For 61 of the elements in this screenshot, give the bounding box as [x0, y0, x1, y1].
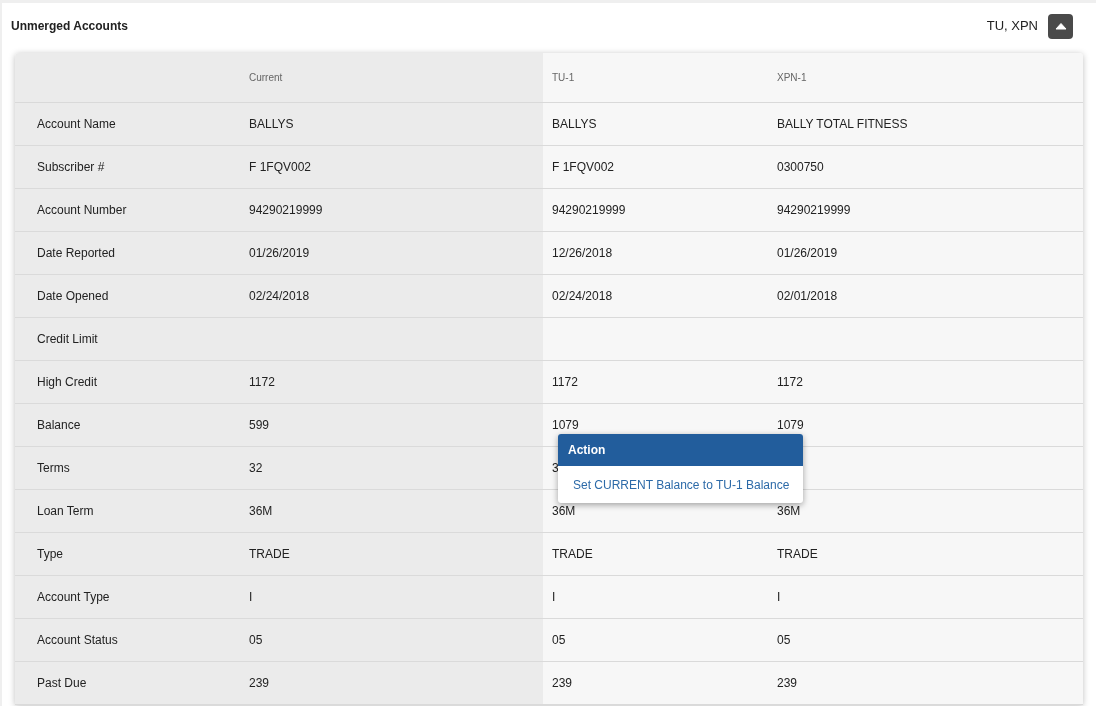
table-cell-text: 05: [777, 632, 791, 649]
table-cell-text: 36M: [249, 503, 273, 520]
table-cell-text: 0300750: [777, 159, 824, 176]
menu-item[interactable]: Set CURRENT Balance to TU-1 Balance: [573, 475, 790, 494]
row-label: Type: [37, 546, 63, 563]
table-cell-text: F 1FQV002: [249, 159, 312, 176]
table-cell-text: 36M: [777, 503, 801, 520]
table-cell-text: BALLYS: [249, 116, 294, 133]
table-cell-text: 239: [249, 675, 270, 692]
table-cell-text: 05: [249, 632, 263, 649]
table-cell-text: TRADE: [552, 546, 593, 563]
row-label: Credit Limit: [37, 331, 98, 348]
menu-title: Action: [568, 442, 606, 459]
table-cell-text: 1172: [249, 374, 275, 391]
row-label: Subscriber #: [37, 159, 105, 176]
table-cell-text: 1172: [552, 374, 578, 391]
table-cell-text: I: [249, 589, 253, 606]
table-cell-text: 239: [552, 675, 573, 692]
collapse-button[interactable]: [1048, 13, 1073, 39]
table-cell-text: I: [552, 589, 556, 606]
row-label: Account Type: [37, 589, 110, 606]
panel-title: Unmerged Accounts: [11, 18, 128, 35]
table-cell-text: 94290219999: [249, 202, 323, 219]
table-cell-text: 02/24/2018: [552, 288, 613, 305]
table-cell-text: 01/26/2019: [249, 245, 310, 262]
row-label: Terms: [37, 460, 70, 477]
table-cell-text: BALLY TOTAL FITNESS: [777, 116, 908, 133]
row-label: Balance: [37, 417, 81, 434]
table-cell-text: 94290219999: [777, 202, 851, 219]
column-header: XPN-1: [777, 71, 807, 85]
table-cell-text: I: [777, 589, 781, 606]
row-label: Date Reported: [37, 245, 116, 262]
table-cell-text: 3: [552, 460, 559, 477]
table-cell-text: 239: [777, 675, 798, 692]
table-cell-text: 1079: [777, 417, 804, 434]
row-label: Past Due: [37, 675, 87, 692]
table-cell-text: 94290219999: [552, 202, 626, 219]
table-cell-text: TRADE: [249, 546, 290, 563]
row-label: Account Status: [37, 632, 118, 649]
table-cell-text: BALLYS: [552, 116, 597, 133]
table-cell-text: F 1FQV002: [552, 159, 615, 176]
table-cell-text: 32: [249, 460, 263, 477]
table-cell-text: 599: [249, 417, 270, 434]
table-cell-text: 02/24/2018: [249, 288, 310, 305]
bureau-list: TU, XPN: [986, 16, 1038, 36]
row-label: High Credit: [37, 374, 98, 391]
caret-up-icon: [1054, 22, 1067, 30]
table-cell-text: 1172: [777, 374, 803, 391]
table-cell-text: 05: [552, 632, 566, 649]
row-label: Account Name: [37, 116, 116, 133]
row-label: Account Number: [37, 202, 127, 219]
column-header: Current: [249, 71, 283, 85]
table-cell-text: 1079: [552, 417, 579, 434]
row-label: Date Opened: [37, 288, 109, 305]
row-label: Loan Term: [37, 503, 94, 520]
table-cell-text: 01/26/2019: [777, 245, 838, 262]
table-cell-text: TRADE: [777, 546, 818, 563]
table-cell-text: 02/01/2018: [777, 288, 838, 305]
column-header: TU-1: [552, 71, 575, 85]
table-cell-text: 36M: [552, 503, 576, 520]
table-cell-text: 12/26/2018: [552, 245, 613, 262]
